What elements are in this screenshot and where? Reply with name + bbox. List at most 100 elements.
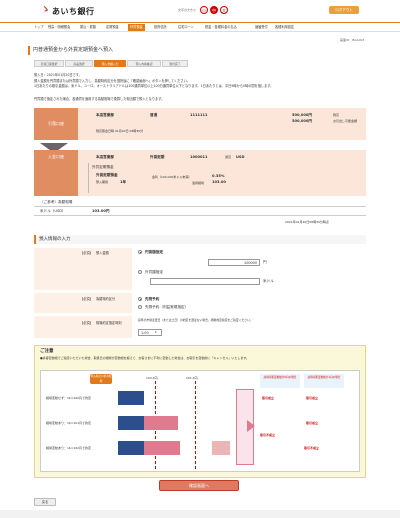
ref-rate-badge: 申込時点の参考相場	[90, 374, 112, 384]
arrow-head-icon	[247, 420, 255, 432]
intro-line-3: 1日あたりの取引金額は、米ドル、ユーロ、オーストラリアドルは100通貨単位以上1…	[34, 84, 274, 88]
nav-item-housing-loan[interactable]: 住宅ローン	[178, 24, 194, 31]
footer	[0, 510, 400, 518]
r2c2-result: 取引成立	[306, 421, 319, 425]
font-size-small-button[interactable]: 小	[200, 6, 208, 14]
confirm-button[interactable]: 確認画面へ	[159, 480, 239, 491]
debit-account: 1111111	[190, 113, 208, 117]
nav-item-notifications[interactable]: 諸届受付	[255, 24, 268, 31]
fx-value: 103.00	[212, 180, 226, 184]
yen-unit: 円	[263, 260, 267, 264]
ref-rate-label: （ご参考）為替相場	[40, 200, 73, 204]
bank-logo-text[interactable]: あいち銀行	[52, 6, 95, 17]
nav-item-tax-payment[interactable]: 税金・各種料金の払込	[205, 24, 237, 31]
col2-header: 許容可能変動幅が1円の場合	[304, 374, 344, 388]
row3-bar-b	[144, 441, 180, 455]
rate-label: 金利（100,000米ドル未満）	[152, 175, 192, 179]
nav-item-time-deposit[interactable]: 定期預金	[106, 24, 119, 31]
col1-header: 許容可能変動幅が0円の場合	[260, 374, 300, 388]
logout-button[interactable]: ログアウト	[329, 6, 359, 14]
debit-updated: 残高照会日時 01月20日 08時30分	[96, 129, 144, 133]
row1-label: 相場変動せず：1$=100円で約定	[46, 396, 92, 400]
fx-amount-option[interactable]: 外貨額指定	[145, 270, 163, 275]
deposit-account: 1000011	[190, 155, 208, 159]
yen-amount-input[interactable]: 100000	[208, 259, 260, 266]
bank-logo-icon[interactable]: ゝ	[41, 6, 50, 15]
row2-bar-b	[144, 416, 178, 430]
back-button[interactable]: 戻る	[34, 498, 56, 506]
debit-available-label: お引出し可能金額	[333, 119, 358, 123]
rate-value: 0.35%	[212, 174, 225, 178]
debit-side-label: 引落口座	[34, 108, 78, 140]
step-1: 引落口座選択	[34, 60, 64, 67]
fx-amount-input[interactable]	[150, 278, 260, 285]
step-4: 預入内容確認	[127, 60, 161, 67]
font-size-large-button[interactable]: 大	[220, 6, 228, 14]
fx-amount-radio[interactable]	[138, 270, 142, 274]
step-2: 商品選択	[65, 60, 93, 67]
deposit-side-label: 入金口座	[34, 150, 78, 196]
intro-line-4: 円貨額で指定された場合、各通貨を適用する為替相場で換算した相当額で預入となります…	[34, 97, 165, 101]
yen-amount-option[interactable]: 円貨額指定	[145, 250, 163, 255]
form-section-title: 預入情報の入力	[34, 235, 366, 244]
term-label: 預入期間	[96, 180, 109, 184]
time-note: 基準の市場変更日（または土日）の約定を選ばない場合、相場約定指定をご指定ください…	[138, 318, 253, 322]
contract-option-1[interactable]: 先物予約	[145, 297, 159, 302]
debit-balance: 500,000円	[292, 113, 312, 117]
r1c2-result: 取引成立	[306, 396, 319, 400]
nav-item-balance[interactable]: 残高・明細照会	[48, 24, 70, 31]
nav-item-settings[interactable]: 各種利用設定	[275, 24, 294, 31]
intro-line-2: 預入金額を円貨額または外貨額で入力し、為替特約区分を選択後に「確認画面へ」ボタン…	[34, 79, 190, 83]
nav-item-top[interactable]: トップ	[34, 24, 44, 31]
debit-available: 500,000円	[292, 119, 312, 123]
nav-item-transfer[interactable]: 振込・振替	[80, 24, 96, 31]
row2-label: 相場変動あり：1$=101円で約定	[46, 421, 92, 425]
time-required: 【必須】	[80, 321, 93, 325]
font-size-medium-button[interactable]: 中	[210, 6, 218, 14]
rate-b-line	[195, 381, 196, 469]
row1-bar	[118, 391, 144, 405]
rate-b-label: 101.0円	[186, 376, 198, 380]
page-id: 画面ID：BGA003	[340, 38, 365, 42]
debit-card	[78, 108, 366, 140]
ref-rate-value: 103.00円	[92, 209, 110, 213]
yen-amount-radio[interactable]	[138, 250, 142, 254]
fx-unit: 米ドル	[263, 279, 274, 283]
step-5: 受付完了	[162, 60, 188, 67]
contract-option-1-radio[interactable]	[138, 297, 142, 301]
r2c1-result: 取引不成立	[260, 433, 276, 437]
debit-type: 普通	[150, 113, 158, 117]
step-3: 預入金額入力	[94, 60, 126, 67]
nav-item-investment-trust[interactable]: 投資信託	[154, 24, 167, 31]
rate-a-label: 103.0円	[146, 376, 158, 380]
row3-label: 相場変動あり：1$=102円で約定	[46, 446, 92, 450]
debit-branch: 本店営業部	[96, 113, 114, 117]
amount-required: 【必須】	[80, 251, 93, 255]
fx-label: 適用相場	[192, 181, 205, 185]
product-name: 外貨定期預金	[96, 173, 118, 177]
debit-balance-label: 残高	[333, 113, 340, 117]
intro-line-1: 預入日：2021年01月20日です。	[34, 73, 82, 77]
time-label: 相場約定指定時刻	[96, 321, 122, 325]
deposit-type: 外貨定期	[150, 155, 165, 159]
product-section: 外貨定期預金	[92, 165, 114, 169]
contract-option-2-radio[interactable]	[138, 305, 142, 309]
ref-rate-divider-2	[34, 215, 366, 216]
nav-item-foreign-deposit[interactable]: 外貨預金	[128, 24, 145, 31]
ref-rate-divider	[34, 206, 366, 207]
deposit-currency-label: 通貨	[225, 155, 232, 159]
contract-option-2[interactable]: 先物予約（利益実現指定）	[145, 305, 188, 310]
r3c2-result: 取引不成立	[304, 446, 320, 450]
ref-rate-timestamp: 2021年01月20日08時30分時点	[285, 220, 329, 224]
time-select[interactable]: 1:00	[138, 329, 162, 336]
font-size-label: 文字の大きさ	[178, 8, 197, 12]
notice-title: ご注意	[40, 349, 54, 354]
product-box	[88, 163, 358, 193]
amount-label: 預入金額	[96, 251, 109, 255]
r1c1-result: 取引成立	[262, 396, 275, 400]
notice-text: ●許容変動幅でご指定いただいた場合、取扱日の相場が変動幅を超えて、お客さまに不利…	[40, 356, 250, 360]
contract-label: 為替特約区分	[96, 297, 116, 301]
row3-bar-c	[212, 441, 230, 455]
row2-bar-a	[118, 416, 144, 430]
page-title: 円普通預金から外貨定期預金へ預入	[28, 46, 372, 55]
